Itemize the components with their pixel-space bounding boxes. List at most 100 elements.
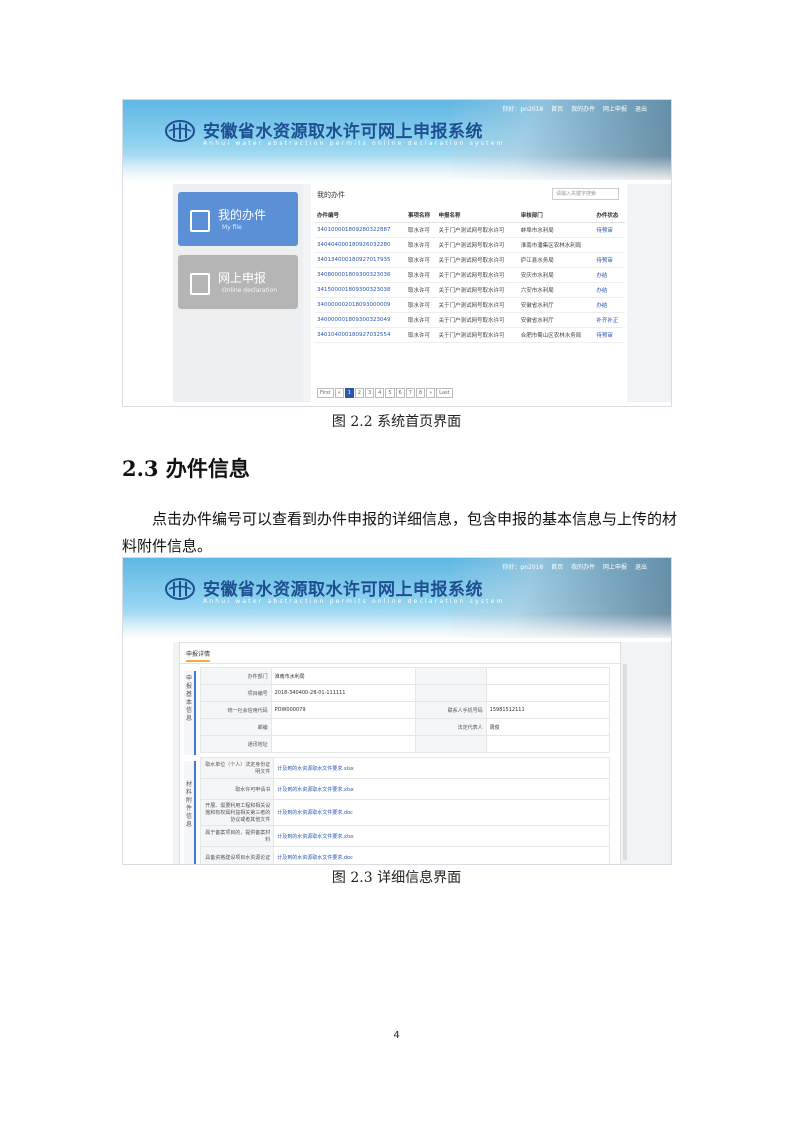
item-cell: 取水许可 — [405, 297, 437, 313]
file-number-link[interactable]: 340134000180927017935 — [315, 252, 406, 268]
nav-online-apply[interactable]: 网上申报 — [603, 106, 627, 113]
nav-my-files[interactable]: 我的办件 — [571, 564, 595, 571]
column-header: 事项名称 — [405, 208, 437, 223]
file-number-link[interactable]: 340000001809300323049 — [315, 312, 406, 328]
file-number-link[interactable]: 340104000180927032554 — [315, 327, 406, 343]
attachment-link[interactable]: 计及到的水资源取水文件要求.xlsx — [273, 778, 610, 800]
item-cell: 取水许可 — [405, 267, 437, 283]
nav-home[interactable]: 首页 — [551, 106, 563, 113]
field-label — [415, 684, 487, 702]
system-title: 安徽省水资源取水许可网上申报系统 — [203, 122, 483, 142]
basic-info-row: 邮编 法定代表人 周俊 — [200, 718, 611, 736]
tab-detail[interactable]: 申报详情 — [186, 649, 211, 662]
system-subtitle: Anhui water abstraction permits online d… — [203, 140, 505, 147]
field-value: 周俊 — [485, 718, 611, 736]
page-button[interactable]: 3 — [364, 388, 375, 398]
attachment-label: 开展、需要利用工程和相关设施和有权属利益相关第三者的协议或者其他文件 — [199, 799, 275, 826]
field-value — [485, 667, 611, 685]
section-heading: 2.3 办件信息 — [122, 456, 250, 481]
status-link[interactable]: 待预审 — [594, 327, 625, 343]
page-button[interactable]: » — [426, 388, 436, 398]
item-cell: 取水许可 — [405, 327, 437, 343]
basic-info-row: 项目编号 2018-340400-28-01-111111 — [200, 684, 611, 702]
dept-cell: 蚌埠市水利局 — [518, 222, 595, 238]
pagination: First «1 2 3 4 5 6 7 8» Last — [317, 388, 454, 398]
nav-online-apply[interactable]: 网上申报 — [603, 564, 627, 571]
status-link[interactable]: 待预审 — [594, 252, 625, 268]
page-button[interactable]: « — [334, 388, 344, 398]
item-cell: 取水许可 — [405, 237, 437, 253]
page-button[interactable]: First — [317, 388, 334, 398]
status-link[interactable]: 补齐补正 — [594, 312, 625, 328]
field-label: 邮编 — [200, 718, 272, 736]
status-link[interactable] — [594, 237, 625, 253]
header-banner: 你好：pn2018 首页 我的办件 网上申报 退出 安徽省水资源取水许可网上申报… — [123, 100, 671, 180]
field-label — [415, 667, 487, 685]
nav-my-files[interactable]: 我的办件 — [571, 106, 595, 113]
page-button[interactable]: 2 — [354, 388, 364, 398]
page-button[interactable]: 7 — [405, 388, 415, 398]
table-row: 340800001809300323036 取水许可 关于门户测试网号取水许可 安庆市… — [315, 267, 625, 283]
name-cell: 关于门户测试网号取水许可 — [436, 297, 519, 313]
water-logo-icon — [165, 120, 195, 142]
field-label: 联系人手机号码 — [415, 701, 487, 719]
main-panel: 我的办件 My file 网上申报 Online declaration 我的办… — [173, 184, 671, 402]
file-number-link[interactable]: 341500001809300323038 — [315, 282, 406, 298]
water-logo-icon — [165, 578, 195, 600]
attachment-row: 开展、需要利用工程和相关设施和有权属利益相关第三者的协议或者其他文件 计及到的水资… — [199, 799, 610, 826]
field-value: 15981512111 — [485, 701, 611, 719]
page-button[interactable]: 6 — [395, 388, 405, 398]
attachment-link[interactable]: 计及到的水资源取水文件要求.xlsx — [273, 757, 610, 779]
status-link[interactable]: 待预审 — [594, 222, 625, 238]
detail-screenshot: 你好：pn2018 首页 我的办件 网上申报 退出 安徽省水资源取水许可网上申报… — [122, 557, 672, 865]
file-number-link[interactable]: 340800001809300323036 — [315, 267, 406, 283]
field-label: 法定代表人 — [415, 718, 487, 736]
attachment-label: 具备资格建设项目水资源论证 — [199, 846, 275, 864]
page-button[interactable]: Last — [436, 388, 453, 398]
table-row: 341500001809300323038 取水许可 关于门户测试网号取水许可 六安市… — [315, 282, 625, 298]
nav-home[interactable]: 首页 — [551, 564, 563, 571]
my-files-card[interactable]: 我的办件 My file — [178, 192, 298, 246]
status-link[interactable]: 办结 — [594, 297, 625, 313]
page-button[interactable]: 8 — [415, 388, 426, 398]
page-button[interactable]: 5 — [385, 388, 395, 398]
page-number: 4 — [393, 1030, 400, 1041]
table-row: 340100001809280322887 取水许可 关于门户测试网号取水许可 蚌埠市… — [315, 222, 625, 238]
field-label: 统一社会信用代码 — [200, 701, 272, 719]
field-label: 办件部门 — [200, 667, 272, 685]
dept-cell: 安徽省水利厅 — [518, 312, 595, 328]
file-number-link[interactable]: 340404000180926032280 — [315, 237, 406, 253]
apply-icon — [190, 273, 210, 295]
file-number-link[interactable]: 340000002018093000009 — [315, 297, 406, 313]
nav-logout[interactable]: 退出 — [635, 564, 647, 571]
name-cell: 关于门户测试网号取水许可 — [436, 252, 519, 268]
scrollbar[interactable] — [623, 664, 627, 860]
column-header: 申报名称 — [436, 208, 519, 223]
attachment-link[interactable]: 计及到的水资源取水文件要求.doc — [273, 799, 610, 826]
attachment-link[interactable]: 计及到的水资源取水文件要求.xlsx — [273, 825, 610, 847]
body-paragraph: 点击办件编号可以查看到办件申报的详细信息，包含申报的基本信息与上传的材料附件信息… — [122, 510, 678, 555]
file-number-link[interactable]: 340100001809280322887 — [315, 222, 406, 238]
name-cell: 关于门户测试网号取水许可 — [436, 237, 519, 253]
nav-logout[interactable]: 退出 — [635, 106, 647, 113]
status-link[interactable]: 办结 — [594, 282, 625, 298]
field-label: 通讯地址 — [200, 735, 272, 753]
attachment-link[interactable]: 计及到的水资源取水文件要求.doc — [273, 846, 610, 864]
basic-info-table: 办件部门 淮南市水利局 项目编号 2018-340400-28-01-111111 统一… — [200, 667, 611, 753]
name-cell: 关于门户测试网号取水许可 — [436, 312, 519, 328]
search-input[interactable]: 请输入关键字搜索 — [552, 188, 619, 200]
status-link[interactable]: 办结 — [594, 267, 625, 283]
basic-info-row: 办件部门 淮南市水利局 — [200, 667, 611, 685]
file-table: 办件编号 事项名称 申报名称 审核部门 办件状态 3401000018092803228… — [315, 208, 625, 343]
item-cell: 取水许可 — [405, 282, 437, 298]
attachment-row: 取水许可申请书 计及到的水资源取水文件要求.xlsx — [199, 778, 610, 800]
detail-panel: 申报详情 申报基本信息 办件部门 淮南市水利局 项目编号 2018-340400-28… — [173, 642, 671, 864]
system-subtitle: Anhui water abstraction permits online d… — [203, 598, 505, 605]
dept-cell: 安庆市水利局 — [518, 267, 595, 283]
dept-cell: 安徽省水利厅 — [518, 297, 595, 313]
homepage-screenshot: 你好：pn2018 首页 我的办件 网上申报 退出 安徽省水资源取水许可网上申报… — [122, 99, 672, 407]
page-button[interactable]: 4 — [375, 388, 385, 398]
online-apply-card[interactable]: 网上申报 Online declaration — [178, 255, 298, 309]
page-button[interactable]: 1 — [344, 388, 354, 398]
field-value — [270, 735, 417, 753]
